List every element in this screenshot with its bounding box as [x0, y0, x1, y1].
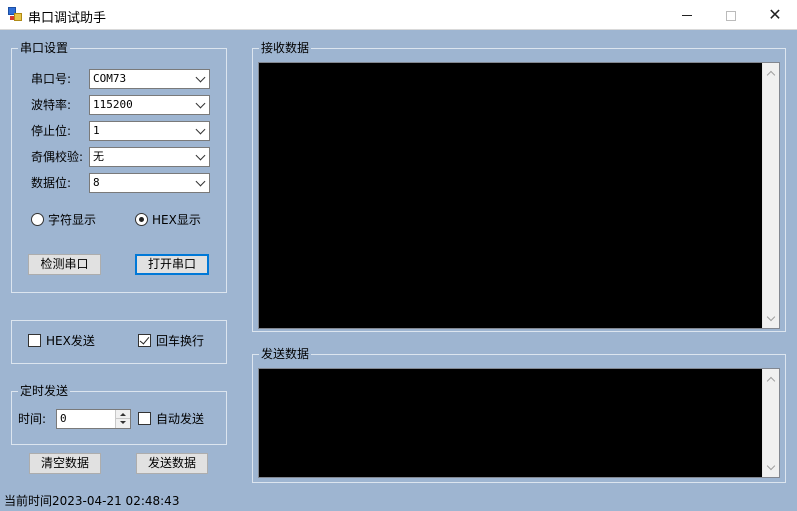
baud-select[interactable]: 115200 — [89, 95, 210, 115]
stopbits-select[interactable]: 1 — [89, 121, 210, 141]
baud-value: 115200 — [93, 98, 133, 111]
hex-display-radio[interactable] — [135, 213, 148, 226]
app-icon — [8, 7, 22, 21]
auto-send-checkbox[interactable] — [138, 412, 151, 425]
stopbits-value: 1 — [93, 124, 100, 137]
time-label: 时间: — [18, 412, 47, 426]
maximize-icon — [726, 10, 736, 21]
scroll-down-icon[interactable] — [767, 314, 775, 322]
timed-send-title: 定时发送 — [18, 384, 71, 398]
char-display-label[interactable]: 字符显示 — [48, 212, 96, 228]
stopbits-label: 停止位: — [31, 124, 72, 138]
receive-textarea[interactable] — [258, 62, 780, 329]
newline-label[interactable]: 回车换行 — [156, 333, 204, 349]
window-title: 串口调试助手 — [28, 11, 107, 26]
minimize-button[interactable] — [664, 0, 710, 30]
send-textarea[interactable] — [258, 368, 780, 478]
hex-display-label[interactable]: HEX显示 — [152, 212, 201, 228]
scroll-up-icon[interactable] — [767, 375, 775, 383]
detect-port-button[interactable]: 检测串口 — [28, 254, 101, 275]
parity-select[interactable]: 无 — [89, 147, 210, 167]
port-value: COM73 — [93, 72, 127, 85]
status-time: 当前时间2023-04-21 02:48:43 — [4, 494, 180, 508]
baud-label: 波特率: — [31, 98, 72, 112]
parity-value: 无 — [93, 150, 104, 163]
send-scrollbar[interactable] — [762, 369, 779, 477]
scroll-up-icon[interactable] — [767, 69, 775, 77]
close-button[interactable]: ✕ — [752, 0, 797, 30]
hex-send-label[interactable]: HEX发送 — [46, 333, 95, 349]
receive-scrollbar[interactable] — [762, 63, 779, 328]
chevron-down-icon — [196, 152, 206, 162]
send-title: 发送数据 — [259, 347, 312, 361]
port-select[interactable]: COM73 — [89, 69, 210, 89]
spin-up-icon[interactable] — [116, 410, 130, 419]
chevron-down-icon — [196, 126, 206, 136]
databits-value: 8 — [93, 176, 100, 189]
open-port-button[interactable]: 打开串口 — [135, 254, 209, 275]
minimize-icon — [682, 15, 692, 16]
close-icon: ✕ — [768, 5, 782, 24]
databits-label: 数据位: — [31, 176, 72, 190]
scroll-down-icon[interactable] — [767, 463, 775, 471]
title-bar: 串口调试助手 ✕ — [0, 0, 797, 30]
parity-label: 奇偶校验: — [31, 150, 84, 164]
char-display-radio[interactable] — [31, 213, 44, 226]
auto-send-label[interactable]: 自动发送 — [156, 411, 204, 427]
maximize-button[interactable] — [708, 0, 754, 30]
serial-settings-title: 串口设置 — [18, 41, 71, 55]
port-label: 串口号: — [31, 72, 72, 86]
send-data-button[interactable]: 发送数据 — [136, 453, 208, 474]
time-interval-value: 0 — [60, 412, 67, 425]
chevron-down-icon — [196, 178, 206, 188]
receive-title: 接收数据 — [259, 41, 312, 55]
time-interval-stepper[interactable]: 0 — [56, 409, 131, 429]
spin-down-icon[interactable] — [116, 419, 130, 428]
hex-send-checkbox[interactable] — [28, 334, 41, 347]
chevron-down-icon — [196, 100, 206, 110]
clear-data-button[interactable]: 清空数据 — [29, 453, 101, 474]
newline-checkbox[interactable] — [138, 334, 151, 347]
databits-select[interactable]: 8 — [89, 173, 210, 193]
chevron-down-icon — [196, 74, 206, 84]
